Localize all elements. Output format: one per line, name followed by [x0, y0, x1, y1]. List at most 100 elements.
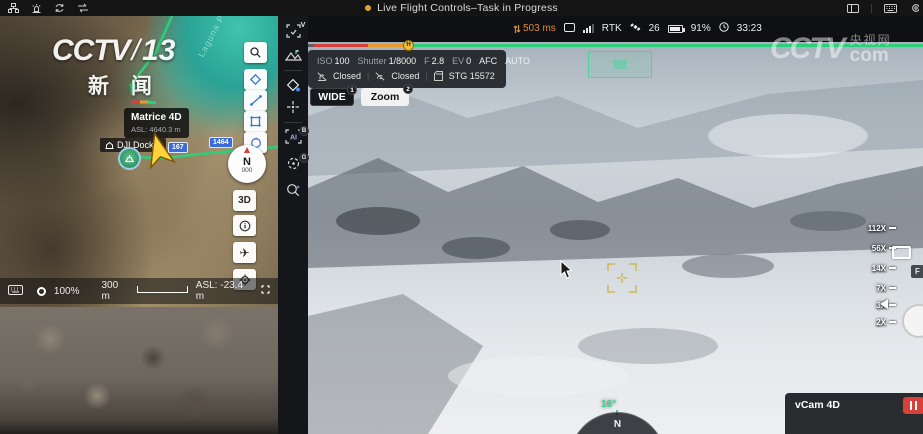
watermark-cn: 央视网 [850, 34, 892, 46]
compass-heading: 000 [242, 167, 253, 174]
clock-icon [719, 22, 729, 35]
zoom-lens-badge: 2 [403, 84, 413, 94]
toolbar-divider [284, 122, 302, 123]
storage-icon [434, 71, 443, 81]
secondary-camera-feed[interactable] [0, 307, 278, 434]
window-title: Live Flight Controls–Task in Progress [377, 2, 558, 14]
zoom-slider-pointer[interactable] [880, 299, 888, 309]
zoom-level-label: 56X [848, 244, 886, 253]
map-scale-bar [137, 286, 188, 293]
g-badge: G [299, 153, 309, 163]
map-aircraft-button[interactable]: ✈ [233, 242, 256, 263]
ruler-tick [889, 227, 896, 229]
camera-settings-panel[interactable]: ISO100 Shutter1/8000 F2.8 EV0 AFC AUTO C… [308, 50, 506, 88]
wide-lens-label: WIDE [318, 91, 345, 103]
map-polygon-tool-button[interactable] [244, 111, 267, 132]
battery-percent: 91% [691, 23, 711, 34]
recording-dot [365, 5, 371, 11]
aperture-value: 2.8 [432, 56, 445, 66]
ar-dock-glyph [613, 60, 627, 69]
pip-toggle-icon[interactable] [892, 246, 911, 259]
road-marker: 1464 [209, 137, 233, 148]
map-polyline-tool-button[interactable] [244, 90, 267, 111]
watermark-brand: CCTV [770, 32, 844, 66]
ev-value: 0 [466, 56, 471, 66]
b-badge: B [299, 126, 309, 136]
pause-button[interactable] [903, 397, 923, 414]
cctv13-logo-slash: / [132, 34, 140, 68]
settings-icon[interactable] [909, 3, 919, 13]
titlebar: Live Flight Controls–Task in Progress [0, 0, 923, 16]
cctv13-logo-channel: 13 [142, 34, 175, 68]
iso-value: 100 [335, 56, 350, 66]
focus-mode-value: AFC [479, 56, 497, 66]
zoom-lens-button[interactable]: Zoom 2 [361, 88, 409, 106]
enhance-mode-button[interactable] [278, 100, 308, 114]
aircraft-name: Matrice 4D [131, 112, 182, 125]
titlebar-right-icons [847, 0, 919, 16]
layout-icon[interactable] [847, 4, 859, 13]
compass-north-label: N [243, 157, 251, 167]
aperture-label: F [424, 56, 430, 66]
ar-heading-value: 16° [601, 399, 616, 410]
satellite-count: 26 [649, 23, 660, 34]
light-off-icon [317, 72, 327, 81]
beacon-status: Closed [391, 71, 419, 81]
svg-text:AI: AI [290, 135, 297, 142]
settings-separator: | [425, 71, 427, 81]
ruler-tick [889, 304, 896, 306]
toolbar-divider [284, 70, 302, 71]
map-display-toggle-icon[interactable] [37, 287, 46, 296]
map-waypoint-tool-button[interactable] [244, 69, 267, 90]
map-percent: 100% [54, 286, 80, 297]
map-info-button[interactable] [233, 215, 256, 236]
main-camera-view[interactable]: 503 ms RTK 26 91% 33:23 [308, 16, 923, 434]
smart-zoom-button[interactable] [278, 183, 308, 198]
map-keyboard-icon[interactable] [8, 285, 23, 298]
vcam-title: vCam 4D [795, 399, 840, 411]
home-point-marker: H [403, 40, 414, 51]
dock-marker-icon [124, 154, 135, 163]
cctv13-logo-brand: CCTV [52, 34, 130, 68]
landmark-icon [285, 48, 302, 62]
ar-compass-north: N [614, 419, 621, 434]
landmark-view-button[interactable] [278, 48, 308, 62]
map-search-button[interactable] [244, 42, 267, 63]
map-3d-button[interactable]: 3D [233, 190, 256, 211]
latency-value: 503 ms [523, 23, 556, 34]
vcam-panel: vCam 4D [785, 393, 923, 434]
camera-settings-row2: Closed | Closed | STG 15572 [317, 71, 497, 81]
map-expand-icon[interactable] [261, 285, 270, 297]
f-badge: F [911, 265, 923, 278]
shutter-value: 1/8000 [389, 56, 417, 66]
light-status: Closed [333, 71, 361, 81]
ar-target-crosshair [606, 262, 638, 294]
monitor-icon [564, 23, 575, 35]
wide-lens-button[interactable]: WIDE 1 [310, 88, 354, 106]
latency-indicator: 503 ms [513, 23, 556, 34]
exposure-mode-value: AUTO [505, 56, 530, 66]
waypoint-mode-button[interactable] [278, 78, 308, 92]
mission-time: 33:23 [737, 23, 762, 34]
compass-needle [244, 147, 250, 153]
dock-map-marker[interactable] [118, 147, 141, 170]
map-compass[interactable]: N 000 [228, 145, 266, 183]
ruler-tick [889, 267, 896, 269]
ruler-tick [889, 321, 896, 323]
keyboard-icon[interactable] [884, 4, 897, 13]
app-window: Live Flight Controls–Task in Progress La… [0, 0, 923, 434]
zoom-level-label: 2X [848, 318, 886, 327]
dock-icon [105, 141, 114, 149]
zoom-level-label: 14X [848, 264, 886, 273]
rtk-label: RTK [602, 23, 622, 34]
window-title-wrap: Live Flight Controls–Task in Progress [0, 0, 923, 16]
zoom-level-label: 7X [848, 284, 886, 293]
cctv13-logo-caption: 新 闻 [88, 70, 175, 100]
map-asl: ASL: -23.4 m [196, 280, 253, 302]
sparkle-icon [286, 100, 300, 114]
map-bottom-bar: 100% 300 m ASL: -23.4 m [0, 278, 278, 304]
storage-value: STG 15572 [449, 71, 495, 81]
map-panel[interactable]: Laguna Palcac CCTV / 13 新 闻 Matrice 4D A… [0, 16, 278, 307]
beacon-off-icon [375, 72, 385, 81]
satellite-icon [630, 22, 641, 35]
